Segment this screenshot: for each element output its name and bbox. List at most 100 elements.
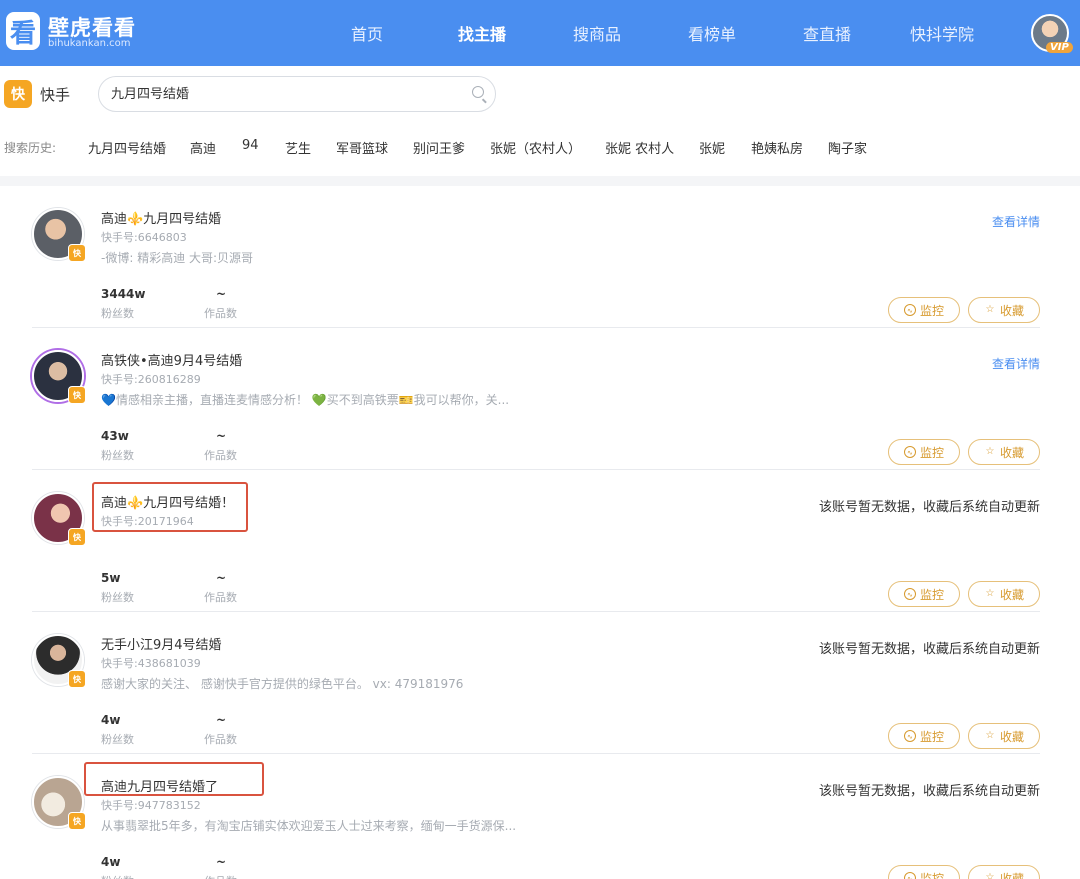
nav-find-anchor[interactable]: 找主播 — [458, 21, 506, 45]
works-label: 作品数 — [204, 307, 237, 320]
monitor-label: 监控 — [919, 871, 944, 879]
monitor-icon: ∿ — [903, 588, 916, 600]
nav-live[interactable]: 查直播 — [803, 21, 851, 45]
anchor-desc: 从事翡翠批5年多，有淘宝店铺实体欢迎爱玉人士过来考察，缅甸一手货源保... — [101, 819, 517, 833]
nav-academy[interactable]: 快抖学院 — [910, 21, 974, 45]
monitor-label: 监控 — [919, 587, 944, 602]
monitor-button[interactable]: ∿ 监控 — [888, 581, 960, 607]
works-count: ~ — [216, 287, 227, 301]
star-icon: ☆ — [985, 730, 995, 741]
result-card: 快 高铁侠•高迪9月4号结婚 快手号:260816289 💙情感相亲主播，直播连… — [32, 328, 1040, 470]
fans-label: 粉丝数 — [101, 307, 134, 320]
collect-label: 收藏 — [999, 303, 1024, 318]
anchor-name[interactable]: 高铁侠•高迪9月4号结婚 — [101, 350, 242, 369]
monitor-button[interactable]: ∿ 监控 — [888, 439, 960, 465]
search-icon[interactable] — [472, 86, 484, 98]
monitor-icon: ∿ — [903, 304, 916, 316]
monitor-button[interactable]: ∿ 监控 — [888, 297, 960, 323]
anchor-id: 快手号:20171964 — [101, 515, 194, 528]
result-card: 快 高迪⚜️九月四号结婚 快手号:6646803 -微博: 精彩高迪 大哥:贝源… — [32, 186, 1040, 328]
star-icon: ☆ — [985, 446, 995, 457]
collect-label: 收藏 — [999, 871, 1024, 879]
result-card: 快 高迪九月四号结婚了 快手号:947783152 从事翡翠批5年多，有淘宝店铺… — [32, 754, 1040, 879]
monitor-button[interactable]: ∿ 监控 — [888, 723, 960, 749]
history-item[interactable]: 张妮 — [699, 138, 725, 157]
kuaishou-badge-icon: 快 — [68, 528, 86, 546]
history-item[interactable]: 张妮 农村人 — [605, 138, 674, 157]
history-item[interactable]: 艺生 — [285, 138, 311, 157]
kuaishou-badge-icon: 快 — [68, 812, 86, 830]
collect-label: 收藏 — [999, 587, 1024, 602]
monitor-label: 监控 — [919, 445, 944, 460]
logo-icon[interactable]: 看 — [6, 12, 40, 50]
fans-count: 3444w — [101, 287, 146, 301]
monitor-label: 监控 — [919, 729, 944, 744]
kuaishou-badge-icon: 快 — [68, 244, 86, 262]
fans-count: 4w — [101, 713, 121, 727]
history-item[interactable]: 九月四号结婚 — [88, 138, 166, 157]
works-count: ~ — [216, 429, 227, 443]
collect-button[interactable]: ☆ 收藏 — [968, 723, 1040, 749]
no-data-notice: 该账号暂无数据，收藏后系统自动更新 — [818, 784, 1040, 799]
works-label: 作品数 — [204, 873, 237, 879]
works-label: 作品数 — [204, 449, 237, 462]
works-count: ~ — [216, 855, 227, 869]
anchor-name[interactable]: 无手小江9月4号结婚 — [101, 634, 222, 653]
fans-count: 5w — [101, 571, 121, 585]
logo-domain: bihukankan.com — [48, 38, 131, 49]
no-data-notice: 该账号暂无数据，收藏后系统自动更新 — [818, 500, 1040, 515]
history-item[interactable]: 军哥篮球 — [336, 138, 388, 157]
monitor-icon: ∿ — [903, 446, 916, 458]
works-count: ~ — [216, 571, 227, 585]
view-detail-link[interactable]: 查看详情 — [992, 213, 1040, 230]
collect-label: 收藏 — [999, 445, 1024, 460]
collect-button[interactable]: ☆ 收藏 — [968, 297, 1040, 323]
kuaishou-badge-icon: 快 — [68, 670, 86, 688]
collect-button[interactable]: ☆ 收藏 — [968, 581, 1040, 607]
kuaishou-icon: 快 — [4, 80, 32, 108]
fans-label: 粉丝数 — [101, 873, 134, 879]
collect-button[interactable]: ☆ 收藏 — [968, 439, 1040, 465]
nav-home[interactable]: 首页 — [351, 21, 383, 45]
monitor-label: 监控 — [919, 303, 944, 318]
view-detail-link[interactable]: 查看详情 — [992, 355, 1040, 372]
no-data-notice: 该账号暂无数据，收藏后系统自动更新 — [818, 642, 1040, 657]
fans-label: 粉丝数 — [101, 449, 134, 462]
search-input[interactable] — [111, 85, 451, 100]
history-label: 搜索历史: — [4, 141, 57, 155]
fans-count: 43w — [101, 429, 129, 443]
anchor-name[interactable]: 高迪⚜️九月四号结婚！ — [101, 492, 234, 511]
search-panel: 快 快手 搜索历史: 九月四号结婚 高迪 94 艺生 军哥篮球 别问王爹 张妮（… — [0, 66, 1080, 176]
monitor-icon: ∿ — [903, 872, 916, 879]
vip-badge: VIP — [1046, 42, 1073, 53]
monitor-icon: ∿ — [903, 730, 916, 742]
star-icon: ☆ — [985, 304, 995, 315]
collect-button[interactable]: ☆ 收藏 — [968, 865, 1040, 879]
anchor-desc: 💙情感相亲主播，直播连麦情感分析！ 💚买不到高铁票🎫我可以帮你，关... — [101, 393, 510, 407]
search-box[interactable] — [98, 76, 496, 112]
fans-label: 粉丝数 — [101, 591, 134, 604]
anchor-desc: -微博: 精彩高迪 大哥:贝源哥 — [101, 251, 254, 265]
anchor-id: 快手号:947783152 — [101, 799, 201, 812]
history-item[interactable]: 陶子家 — [828, 138, 867, 157]
anchor-desc: 感谢大家的关注、 感谢快手官方提供的绿色平台。 vx: 479181976 — [101, 677, 464, 691]
anchor-name[interactable]: 高迪九月四号结婚了 — [101, 776, 218, 795]
nav-search-products[interactable]: 搜商品 — [573, 21, 621, 45]
works-label: 作品数 — [204, 591, 237, 604]
fans-count: 4w — [101, 855, 121, 869]
collect-label: 收藏 — [999, 729, 1024, 744]
history-item[interactable]: 别问王爹 — [413, 138, 465, 157]
history-item[interactable]: 94 — [242, 138, 259, 153]
platform-label[interactable]: 快手 — [40, 84, 70, 105]
nav-rankings[interactable]: 看榜单 — [688, 21, 736, 45]
anchor-name[interactable]: 高迪⚜️九月四号结婚 — [101, 208, 221, 227]
fans-label: 粉丝数 — [101, 733, 134, 746]
history-item[interactable]: 高迪 — [190, 138, 216, 157]
anchor-id: 快手号:438681039 — [101, 657, 201, 670]
history-item[interactable]: 张妮（农村人） — [490, 138, 581, 157]
results-list: 快 高迪⚜️九月四号结婚 快手号:6646803 -微博: 精彩高迪 大哥:贝源… — [0, 186, 1080, 879]
monitor-button[interactable]: ∿ 监控 — [888, 865, 960, 879]
result-card: 快 高迪⚜️九月四号结婚！ 快手号:20171964 5w 粉丝数 ~ 作品数 … — [32, 470, 1040, 612]
history-item[interactable]: 艳姨私房 — [751, 138, 803, 157]
works-count: ~ — [216, 713, 227, 727]
